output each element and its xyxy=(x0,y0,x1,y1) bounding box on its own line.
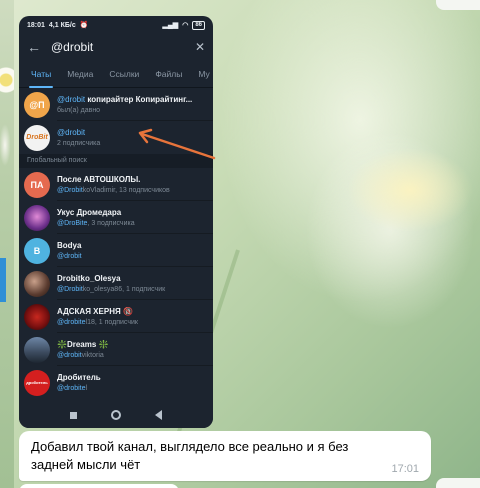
circle-icon[interactable] xyxy=(111,410,121,420)
result-subtitle: @Drobitko_olesya86, 1 подписчик xyxy=(57,284,208,295)
message-text: Добавил твой канал, выглядело все реальн… xyxy=(31,439,349,472)
android-nav-bar xyxy=(19,402,213,428)
search-result-row[interactable]: B Bodya @drobit xyxy=(19,234,213,267)
triangle-back-icon[interactable] xyxy=(155,410,162,420)
search-result-row[interactable]: ПА После АВТОШКОЛЫ. @DrobitkoVladimir, 1… xyxy=(19,168,213,201)
result-handle: @Drobit xyxy=(57,186,83,194)
chat-title-rest: копирайтер Копирайтинг... xyxy=(85,94,193,104)
petal-decoration xyxy=(0,110,14,180)
status-bar: 18:01 4,1 КБ/с ⏰ ▂▄▆ ◠ 86 xyxy=(19,16,213,34)
result-title: Укус Дромедара xyxy=(57,207,122,217)
search-tabs: Чаты Медиа Ссылки Файлы Му xyxy=(19,60,213,88)
result-detail: ko_olesya86, 1 подписчик xyxy=(82,285,166,293)
tab-media[interactable]: Медиа xyxy=(59,60,101,88)
result-subtitle: @DrobitkoVladimir, 13 подписчиков xyxy=(57,185,208,196)
result-subtitle: @drobitel18, 1 подписчик xyxy=(57,317,208,328)
square-icon[interactable] xyxy=(70,411,77,419)
result-title: Drobitko_Olesya xyxy=(57,273,121,283)
close-icon[interactable]: ✕ xyxy=(195,40,205,54)
chat-subtitle: был(а) давно xyxy=(57,106,101,114)
result-handle: @drobite xyxy=(57,384,86,392)
avatar xyxy=(24,336,50,363)
tab-chats[interactable]: Чаты xyxy=(23,60,59,88)
message-bubble[interactable]: Добавил твой канал, выглядело все реальн… xyxy=(19,431,431,481)
next-message-edge xyxy=(19,484,179,488)
adjacent-message-edge xyxy=(436,0,480,10)
chat-row[interactable]: @П @drobit копирайтер Копирайтинг... был… xyxy=(19,88,213,121)
result-detail: l18, 1 подписчик xyxy=(85,318,138,326)
result-detail: l xyxy=(85,384,88,392)
status-speed: 4,1 КБ/с xyxy=(48,21,76,29)
search-result-row[interactable]: Drobitko_Olesya @Drobitko_olesya86, 1 по… xyxy=(19,267,213,300)
result-title: ❇️Dreams ❇️ xyxy=(57,339,109,349)
result-handle: @drobit xyxy=(57,252,82,260)
result-subtitle: @drobitviktoria xyxy=(57,350,208,361)
tab-files[interactable]: Файлы xyxy=(147,60,190,88)
message-time: 17:01 xyxy=(391,463,419,475)
phone-screenshot[interactable]: 18:01 4,1 КБ/с ⏰ ▂▄▆ ◠ 86 ← @drobit ✕ Ча… xyxy=(19,16,213,428)
avatar xyxy=(24,270,50,297)
result-subtitle: @drobit xyxy=(57,251,208,262)
result-title: АДСКАЯ ХЕРНЯ 🔞 xyxy=(57,306,133,316)
search-result-row[interactable]: ❇️Dreams ❇️ @drobitviktoria xyxy=(19,333,213,366)
adjacent-message-edge xyxy=(436,478,480,488)
arrow-left-icon[interactable]: ← xyxy=(27,39,41,55)
result-subtitle: @drobitel xyxy=(57,383,208,394)
result-subtitle: @DroBite, 3 подписчика xyxy=(57,218,208,229)
search-input[interactable]: @drobit xyxy=(51,40,185,54)
result-title: Дробитель xyxy=(57,372,101,382)
result-handle: @drobite xyxy=(57,318,86,326)
signal-icon: ▂▄▆ xyxy=(162,22,179,29)
sidebar-accent xyxy=(0,258,6,302)
result-detail: viktoria xyxy=(81,351,104,359)
search-bar[interactable]: ← @drobit ✕ xyxy=(19,34,213,60)
search-result-row[interactable]: АДСКАЯ ХЕРНЯ 🔞 @drobitel18, 1 подписчик xyxy=(19,300,213,333)
battery-indicator: 86 xyxy=(192,20,205,30)
avatar xyxy=(24,204,50,231)
wifi-icon: ◠ xyxy=(182,22,189,29)
alarm-icon: ⏰ xyxy=(79,22,89,29)
result-handle: @Drobit xyxy=(57,285,83,293)
result-title: После АВТОШКОЛЫ. xyxy=(57,174,141,184)
avatar xyxy=(24,303,50,330)
result-detail: koVladimir, 13 подписчиков xyxy=(82,186,170,194)
chat-title-highlight: @drobit xyxy=(57,94,86,104)
wallpaper-left-strip xyxy=(0,0,14,488)
avatar: дробитель xyxy=(24,369,50,396)
result-title: Bodya xyxy=(57,240,82,250)
status-time: 18:01 xyxy=(27,21,45,29)
chat-title-highlight: @drobit xyxy=(57,127,86,137)
result-handle: @DroBite xyxy=(57,219,88,227)
search-result-row[interactable]: дробитель Дробитель @drobitel xyxy=(19,366,213,399)
annotation-arrow xyxy=(138,128,216,160)
avatar: DroBit xyxy=(24,124,50,151)
avatar: ПА xyxy=(24,171,50,198)
tab-links[interactable]: Ссылки xyxy=(101,60,147,88)
avatar: @П xyxy=(24,91,50,118)
chat-title: @drobit копирайтер Копирайтинг... xyxy=(57,94,208,105)
result-handle: @drobit xyxy=(57,351,82,359)
result-detail: , 3 подписчика xyxy=(87,219,135,227)
avatar: B xyxy=(24,237,50,264)
flower-decoration xyxy=(0,60,14,100)
tab-music[interactable]: Му xyxy=(190,60,213,88)
search-result-row[interactable]: Укус Дромедара @DroBite, 3 подписчика xyxy=(19,201,213,234)
